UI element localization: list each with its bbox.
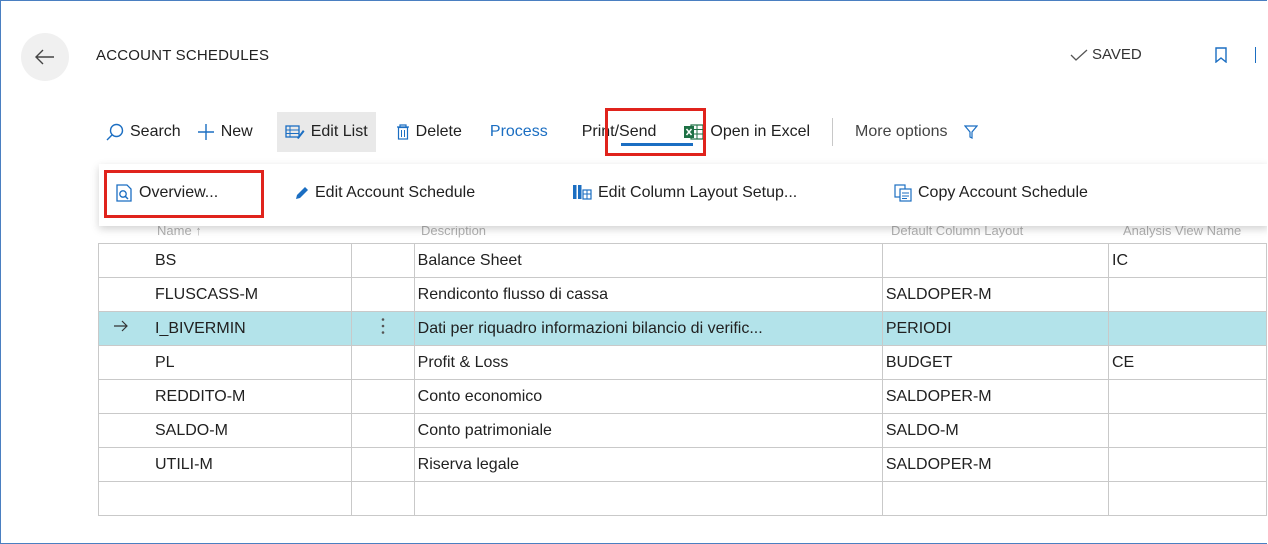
cell-analysis-view-name[interactable]: CE	[1108, 345, 1267, 380]
cell-name[interactable]: UTILI-M	[98, 447, 352, 482]
table-row[interactable]: UTILI-M Riserva legale SALDOPER-M	[98, 447, 1267, 482]
process-label: Process	[489, 123, 548, 140]
cell-description[interactable]: Conto patrimoniale	[413, 413, 883, 448]
table-row[interactable]: REDDITO-M Conto economico SALDOPER-M	[98, 379, 1267, 414]
cell-name[interactable]: I_BIVERMIN	[98, 311, 352, 346]
cell-analysis-view-name[interactable]	[1108, 379, 1267, 414]
cell-description[interactable]: Dati per riquadro informazioni bilancio …	[413, 311, 883, 346]
cell-name[interactable]: FLUSCASS-M	[98, 277, 352, 312]
row-actions-cell[interactable]	[350, 345, 415, 380]
checkmark-icon	[1070, 49, 1088, 61]
cell-name[interactable]: SALDO-M	[98, 413, 352, 448]
cell-default-column-layout[interactable]	[881, 243, 1110, 278]
row-menu-icon[interactable]	[381, 317, 385, 335]
cell-default-column-layout[interactable]: SALDO-M	[881, 413, 1110, 448]
cell-default-column-layout[interactable]: SALDOPER-M	[881, 277, 1110, 312]
cell-default-column-layout[interactable]: SALDOPER-M	[881, 447, 1110, 482]
page-title: ACCOUNT SCHEDULES	[96, 47, 270, 64]
cell-default-column-layout[interactable]: SALDOPER-M	[881, 379, 1110, 414]
more-options-label: More options	[855, 123, 948, 140]
cell-name[interactable]: REDDITO-M	[98, 379, 352, 414]
edit-list-label: Edit List	[310, 123, 368, 140]
cell-default-column-layout[interactable]	[881, 481, 1110, 516]
app-frame: ACCOUNT SCHEDULES SAVED Search New Edit …	[0, 0, 1267, 544]
cell-name[interactable]: BS	[98, 243, 352, 278]
search-label: Search	[130, 123, 181, 140]
table-row[interactable]: BS Balance Sheet IC	[98, 243, 1267, 278]
cell-description[interactable]: Conto economico	[413, 379, 883, 414]
edit-account-schedule-menu-item[interactable]: Edit Account Schedule	[295, 184, 475, 202]
process-menu: Overview... Edit Account Schedule Edit C…	[99, 164, 1267, 226]
edit-list-icon	[285, 125, 305, 139]
cell-analysis-view-name[interactable]	[1108, 481, 1267, 516]
process-tab[interactable]: Process	[482, 112, 556, 152]
table-row[interactable]: I_BIVERMIN Dati per riquadro informazioni…	[98, 311, 1267, 346]
cell-analysis-view-name[interactable]	[1108, 413, 1267, 448]
overview-highlight	[104, 170, 264, 218]
more-options-button[interactable]: More options	[847, 112, 956, 152]
account-schedules-table: BS Balance Sheet IC FLUSCASS-M Rendiconto fl…	[98, 243, 1267, 516]
row-actions-cell[interactable]	[350, 311, 415, 346]
toolbar-divider	[832, 118, 834, 146]
cell-analysis-view-name[interactable]: IC	[1108, 243, 1267, 278]
copy-account-schedule-label: Copy Account Schedule	[918, 184, 1088, 201]
column-layout-icon	[573, 185, 592, 200]
cell-analysis-view-name[interactable]	[1108, 277, 1267, 312]
open-in-excel-label: Open in Excel	[710, 123, 811, 140]
share-icon[interactable]	[1255, 47, 1260, 63]
row-actions-cell[interactable]	[350, 481, 415, 516]
cell-name[interactable]	[98, 481, 352, 516]
trash-icon	[396, 124, 409, 140]
process-highlight	[605, 108, 706, 156]
filter-icon[interactable]	[963, 124, 978, 140]
bookmark-icon[interactable]	[1215, 47, 1227, 63]
back-button[interactable]	[21, 33, 69, 81]
delete-label: Delete	[415, 123, 462, 140]
table-row[interactable]: SALDO-M Conto patrimoniale SALDO-M	[98, 413, 1267, 448]
table-row[interactable]: PL Profit & Loss BUDGET CE	[98, 345, 1267, 380]
delete-button[interactable]: Delete	[388, 112, 470, 152]
table-row[interactable]	[98, 481, 1267, 516]
row-actions-cell[interactable]	[350, 277, 415, 312]
edit-list-button[interactable]: Edit List	[276, 112, 376, 152]
search-icon	[106, 123, 124, 141]
cell-analysis-view-name[interactable]	[1108, 311, 1267, 346]
name-text: BS	[155, 251, 177, 269]
name-text: FLUSCASS-M	[155, 285, 259, 303]
row-actions-cell[interactable]	[350, 243, 415, 278]
name-text: I_BIVERMIN	[155, 319, 246, 337]
cell-analysis-view-name[interactable]	[1108, 447, 1267, 482]
process-active-indicator	[621, 143, 693, 146]
copy-account-schedule-menu-item[interactable]: Copy Account Schedule	[894, 184, 1088, 202]
arrow-left-icon	[35, 49, 54, 65]
cell-description[interactable]	[413, 481, 883, 516]
copy-icon	[894, 184, 912, 202]
row-actions-cell[interactable]	[350, 379, 415, 414]
new-button[interactable]: New	[189, 112, 261, 152]
cell-default-column-layout[interactable]: PERIODI	[881, 311, 1110, 346]
name-text: UTILI-M	[155, 455, 213, 473]
row-actions-cell[interactable]	[350, 413, 415, 448]
name-text: SALDO-M	[155, 421, 228, 439]
search-button[interactable]: Search	[98, 112, 189, 152]
name-text: REDDITO-M	[155, 387, 246, 405]
saved-label: SAVED	[1092, 46, 1142, 63]
plus-icon	[197, 124, 214, 140]
edit-column-layout-setup-label: Edit Column Layout Setup...	[598, 184, 798, 201]
new-label: New	[220, 123, 253, 140]
current-row-arrow-icon	[113, 319, 129, 338]
cell-name[interactable]: PL	[98, 345, 352, 380]
cell-description[interactable]: Rendiconto flusso di cassa	[413, 277, 883, 312]
pencil-icon	[296, 187, 308, 199]
cell-default-column-layout[interactable]: BUDGET	[881, 345, 1110, 380]
edit-column-layout-setup-menu-item[interactable]: Edit Column Layout Setup...	[572, 184, 797, 202]
saved-status: SAVED	[1070, 46, 1142, 63]
cell-description[interactable]: Balance Sheet	[413, 243, 883, 278]
row-actions-cell[interactable]	[350, 447, 415, 482]
cell-description[interactable]: Profit & Loss	[413, 345, 883, 380]
name-text: PL	[155, 353, 175, 371]
cell-description[interactable]: Riserva legale	[413, 447, 883, 482]
edit-account-schedule-label: Edit Account Schedule	[315, 184, 476, 201]
table-row[interactable]: FLUSCASS-M Rendiconto flusso di cassa SALD…	[98, 277, 1267, 312]
